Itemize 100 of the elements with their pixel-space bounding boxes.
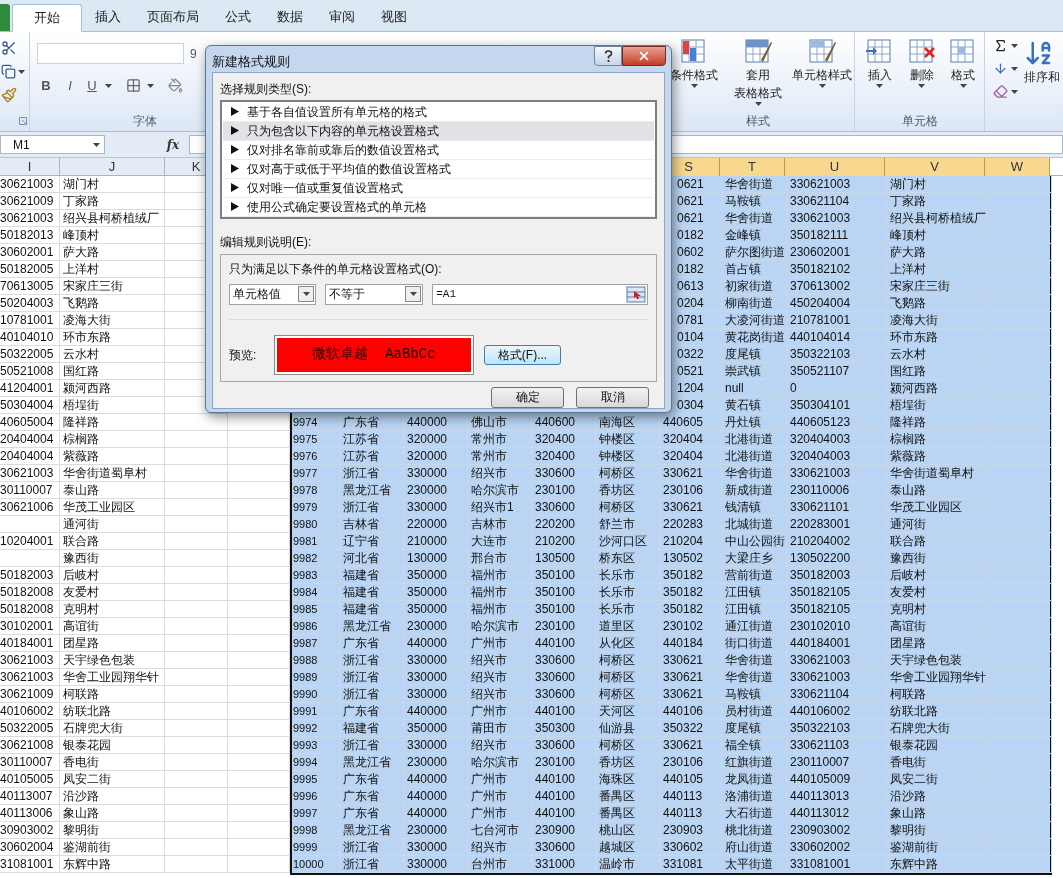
table-cell: 丁家路 xyxy=(887,193,987,210)
table-cell: 230100 xyxy=(532,482,596,499)
row-number: 9995 xyxy=(292,771,340,788)
table-cell: 440600 xyxy=(532,414,596,431)
table-cell: 220200 xyxy=(532,516,596,533)
table-cell: 331000 xyxy=(532,856,596,873)
table-cell: 220000 xyxy=(404,516,468,533)
table-cell: 320404 xyxy=(660,431,722,448)
table-cell: 云水村 xyxy=(60,346,165,363)
table-cell: 福州市 xyxy=(468,567,532,584)
table-cell: 绍兴县柯桥植绒厂 xyxy=(887,210,987,227)
table-cell: 凤安二街 xyxy=(887,771,987,788)
table-cell: 450204004 xyxy=(787,295,887,312)
table-cell: 350182 xyxy=(660,601,722,618)
table-cell: 40105005 xyxy=(0,771,60,788)
table-cell: 越城区 xyxy=(596,839,660,856)
table-cell: 团星路 xyxy=(60,635,165,652)
table-cell: 350304101 xyxy=(787,397,887,414)
table-cell: 钱清镇 xyxy=(722,499,787,516)
table-cell: 飞鹅路 xyxy=(887,295,987,312)
table-cell: 华舍街道 xyxy=(722,210,787,227)
table-cell: 佛山市 xyxy=(468,414,532,431)
table-cell: 萨大路 xyxy=(887,244,987,261)
table-cell: 350182003 xyxy=(787,567,887,584)
table-cell: 40104010 xyxy=(0,329,60,346)
table-cell: 30102001 xyxy=(0,618,60,635)
table-cell: 天宇绿色包装 xyxy=(60,652,165,669)
table-cell: 北港街道 xyxy=(722,431,787,448)
table-cell: 330621103 xyxy=(787,737,887,754)
table-cell: 350300 xyxy=(532,720,596,737)
table-cell: 沿沙路 xyxy=(887,788,987,805)
table-cell: 30110007 xyxy=(0,482,60,499)
table-cell: 丁家路 xyxy=(60,193,165,210)
table-cell: 绍兴市 xyxy=(468,669,532,686)
table-cell: 230903002 xyxy=(787,822,887,839)
table-cell: 331081 xyxy=(660,856,722,873)
table-cell: 番禺区 xyxy=(596,788,660,805)
row-number: 10000 xyxy=(292,856,340,873)
table-cell: 0 xyxy=(787,380,887,397)
table-cell: 萨大路 xyxy=(60,244,165,261)
table-cell: 江田镇 xyxy=(722,601,787,618)
table-cell: 柯桥区 xyxy=(596,465,660,482)
table-cell: 太平街道 xyxy=(722,856,787,873)
table-cell: 30621003 xyxy=(0,669,60,686)
table-cell: 桃山区 xyxy=(596,822,660,839)
table-cell: 30621003 xyxy=(0,176,60,193)
table-cell: 330621104 xyxy=(787,686,887,703)
table-cell: 210781001 xyxy=(787,312,887,329)
table-cell: 440184001 xyxy=(787,635,887,652)
row-number: 9997 xyxy=(292,805,340,822)
table-cell: 30621006 xyxy=(0,499,60,516)
table-cell: 230000 xyxy=(404,754,468,771)
table-cell: 350182 xyxy=(660,567,722,584)
group-label: 单元格 xyxy=(900,113,939,130)
table-cell: 320000 xyxy=(404,448,468,465)
row-number: 9994 xyxy=(292,754,340,771)
table-cell: 七台河市 xyxy=(468,822,532,839)
table-cell: 团星路 xyxy=(887,635,987,652)
table-cell: 130502200 xyxy=(787,550,887,567)
table-cell: 330621 xyxy=(660,686,722,703)
table-cell: 330000 xyxy=(404,465,468,482)
table-cell: 440000 xyxy=(404,414,468,431)
table-cell: 崇武镇 xyxy=(722,363,787,380)
table-cell: 350100 xyxy=(532,567,596,584)
table-cell: 320404 xyxy=(660,448,722,465)
table-cell: 350182111 xyxy=(787,227,887,244)
table-cell: 440106002 xyxy=(787,703,887,720)
table-cell: 隆祥路 xyxy=(887,414,987,431)
table-cell: 桃北街道 xyxy=(722,822,787,839)
table-cell: 440000 xyxy=(404,703,468,720)
table-cell: 华舍工业园翔华针 xyxy=(887,669,987,686)
table-cell: 350000 xyxy=(404,584,468,601)
table-cell: 黑龙江省 xyxy=(340,482,404,499)
table-cell: 320400 xyxy=(532,448,596,465)
table-cell: 440113013 xyxy=(787,788,887,805)
table-cell: 220283001 xyxy=(787,516,887,533)
table-cell: 330621101 xyxy=(787,499,887,516)
table-cell: 130500 xyxy=(532,550,596,567)
table-cell: 凌海大街 xyxy=(60,312,165,329)
table-cell: 莆田市 xyxy=(468,720,532,737)
table-cell: 高谊街 xyxy=(60,618,165,635)
table-cell: 黎明街 xyxy=(60,822,165,839)
table-cell: 330000 xyxy=(404,499,468,516)
table-cell: 萨尔图街道 xyxy=(722,244,787,261)
table-cell: 福建省 xyxy=(340,567,404,584)
table-cell: 浙江省 xyxy=(340,465,404,482)
row-number: 9983 xyxy=(292,567,340,584)
table-cell: 440104014 xyxy=(787,329,887,346)
table-cell: 230000 xyxy=(404,482,468,499)
table-cell: 10204001 xyxy=(0,533,60,550)
table-cell: 友爱村 xyxy=(60,584,165,601)
table-cell: 320404003 xyxy=(787,448,887,465)
table-cell: 330000 xyxy=(404,686,468,703)
table-cell: 330600 xyxy=(532,669,596,686)
table-cell: 330600 xyxy=(532,499,596,516)
row-number: 9993 xyxy=(292,737,340,754)
table-cell: 350000 xyxy=(404,601,468,618)
table-cell: 40605004 xyxy=(0,414,60,431)
table-cell: 330600 xyxy=(532,839,596,856)
table-cell: 330621 xyxy=(660,669,722,686)
